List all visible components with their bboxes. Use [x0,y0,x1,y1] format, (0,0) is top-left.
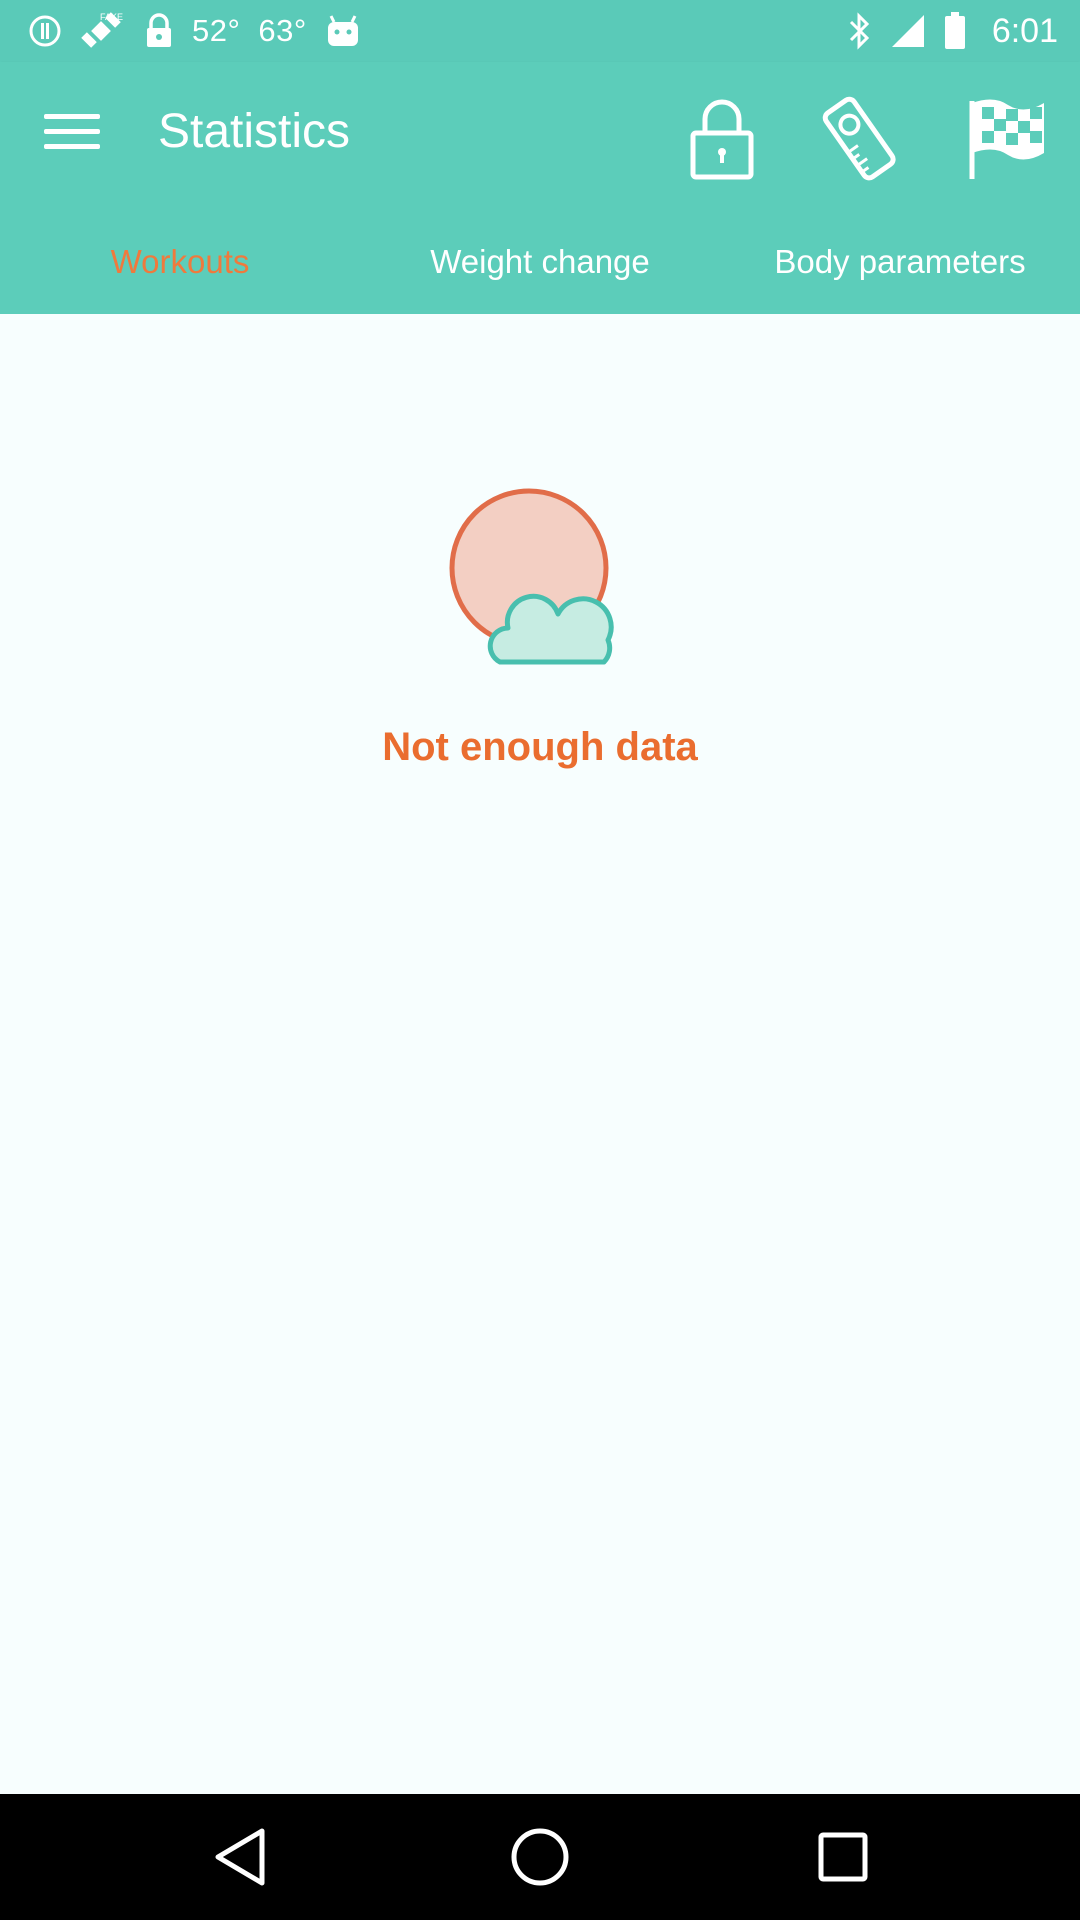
sun-cloud-icon [449,488,614,665]
tab-bar: Workouts Weight change Body parameters [0,210,1080,314]
temperature-2: 63° [258,13,307,48]
back-button[interactable] [200,1822,280,1892]
satellite-icon: FAKE [80,10,126,52]
app-bar: Statistics [0,62,1080,210]
home-icon [511,1828,569,1886]
goals-button[interactable] [958,90,1054,186]
signal-icon [890,13,926,49]
checkered-flag-icon [969,99,1044,179]
svg-text:FAKE: FAKE [100,12,123,22]
back-icon [215,1828,265,1886]
info-icon [28,14,62,48]
menu-icon [44,114,100,119]
lock-icon [690,99,754,180]
tab-body-parameters[interactable]: Body parameters [720,210,1080,314]
clock: 6:01 [991,11,1058,50]
page-title: Statistics [158,105,351,158]
recents-icon [818,1832,868,1882]
navigation-bar [0,1794,1080,1920]
status-bar: FAKE 52° 63° 6:01 [0,0,1080,62]
measuring-tape-icon [822,96,896,181]
home-button[interactable] [500,1822,580,1892]
lock-button[interactable] [674,90,770,186]
tab-workouts[interactable]: Workouts [0,210,360,314]
android-icon [325,14,361,48]
tab-weight-change[interactable]: Weight change [360,210,720,314]
bluetooth-icon [848,12,872,50]
lock-status-icon [144,13,174,49]
recents-button[interactable] [803,1822,883,1892]
menu-button[interactable] [44,114,100,158]
empty-state-message: Not enough data [382,725,698,769]
battery-icon [944,12,966,50]
empty-state [0,480,1080,685]
measurements-button[interactable] [812,90,908,186]
temperature-1: 52° [192,13,241,48]
